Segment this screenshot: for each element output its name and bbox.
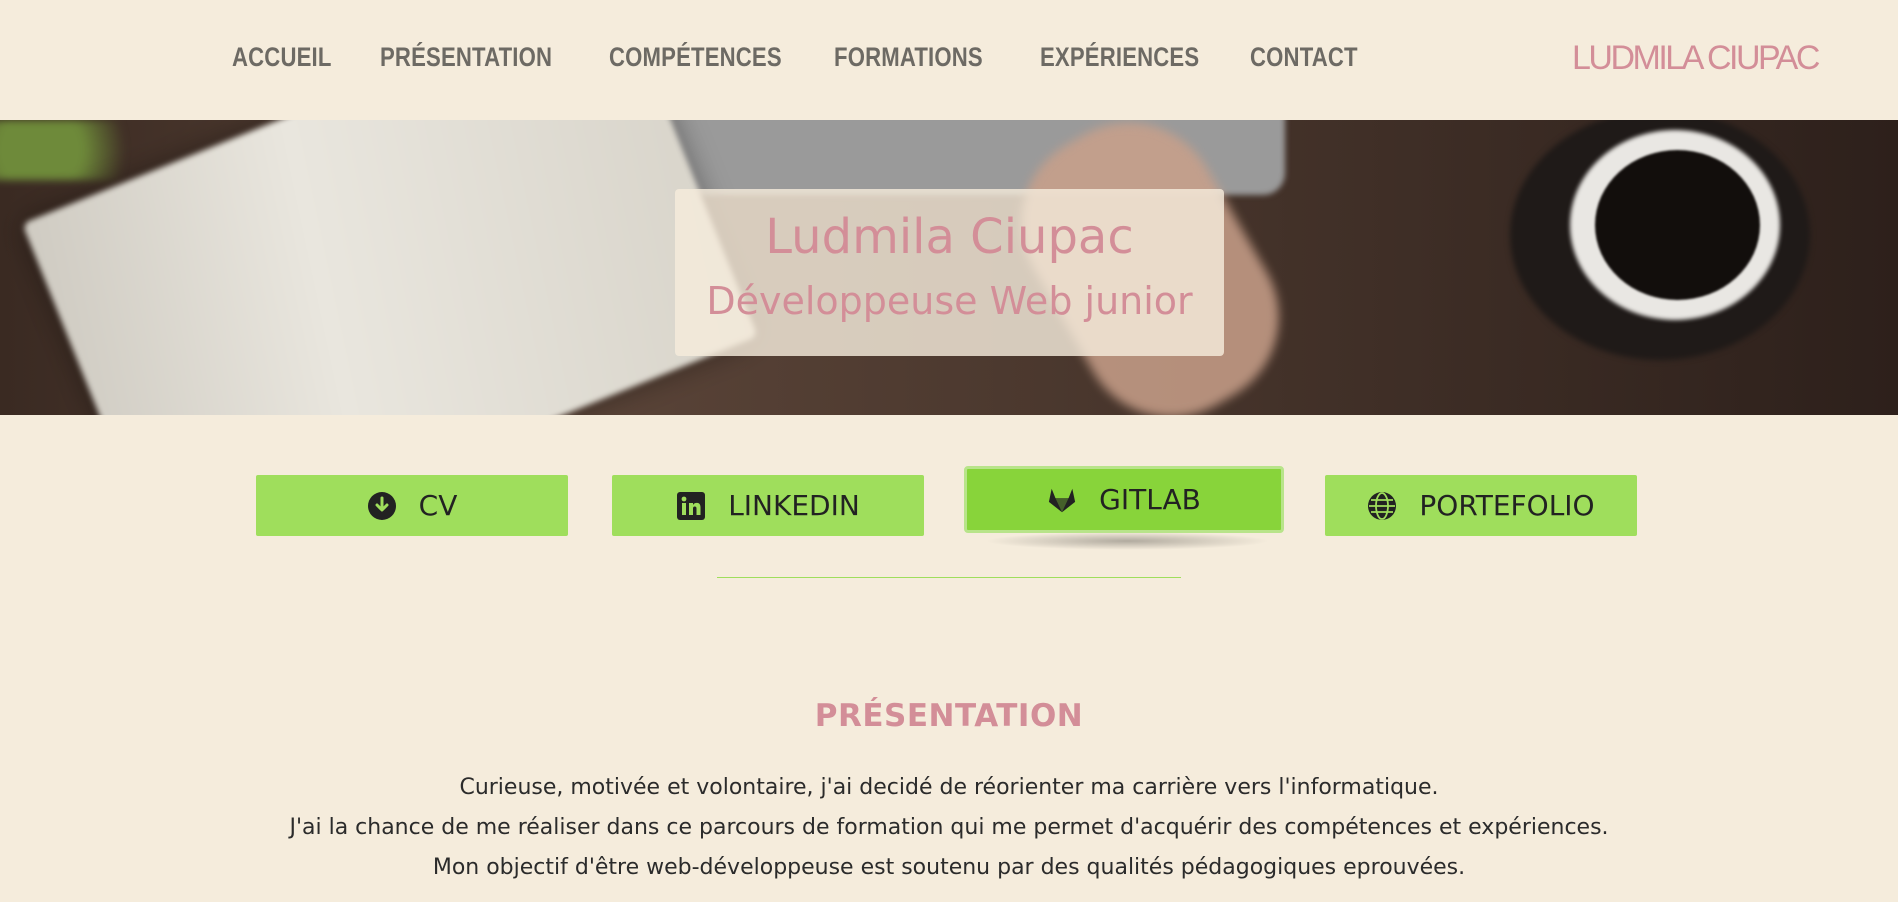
linkedin-icon [676,491,706,521]
hero-title-card: Ludmila Ciupac Développeuse Web junior [675,189,1224,356]
hero-role: Développeuse Web junior [706,279,1193,323]
cv-button[interactable]: CV [256,475,568,536]
hero-banner: Ludmila Ciupac Développeuse Web junior [0,120,1898,415]
cv-button-label: CV [418,489,458,522]
portefolio-button-label: PORTEFOLIO [1419,489,1595,522]
presentation-line-1: Curieuse, motivée et volontaire, j'ai de… [459,775,1439,800]
nav-link-formations[interactable]: FORMATIONS [834,42,983,73]
nav-menu: ACCUEIL PRÉSENTATION COMPÉTENCES FORMATI… [232,42,1358,73]
linkedin-button-label: LINKEDIN [728,489,860,522]
nav-link-competences[interactable]: COMPÉTENCES [609,42,782,73]
nav-link-accueil[interactable]: ACCUEIL [232,42,332,73]
hero-name: Ludmila Ciupac [765,209,1134,265]
download-circle-icon [367,491,397,521]
nav-link-contact[interactable]: CONTACT [1250,42,1358,73]
globe-icon [1367,491,1397,521]
portefolio-button[interactable]: PORTEFOLIO [1325,475,1637,536]
section-divider [717,577,1181,578]
presentation-line-3: Mon objectif d'être web-développeuse est… [432,855,1466,880]
gitlab-button[interactable]: GITLAB [964,466,1284,533]
top-navigation: ACCUEIL PRÉSENTATION COMPÉTENCES FORMATI… [0,0,1898,120]
nav-link-experiences[interactable]: EXPÉRIENCES [1040,42,1199,73]
presentation-line-2: J'ai la chance de me réaliser dans ce pa… [289,815,1609,840]
gitlab-button-label: GITLAB [1099,483,1201,516]
brand-logo[interactable]: LUDMILA CIUPAC [1572,39,1820,78]
nav-link-presentation[interactable]: PRÉSENTATION [380,42,552,73]
linkedin-button[interactable]: LINKEDIN [612,475,924,536]
hero-coffee-decoration [1595,150,1760,300]
presentation-title: PRÉSENTATION [814,698,1084,734]
gitlab-button-shadow [985,532,1270,550]
gitlab-icon [1047,485,1077,515]
